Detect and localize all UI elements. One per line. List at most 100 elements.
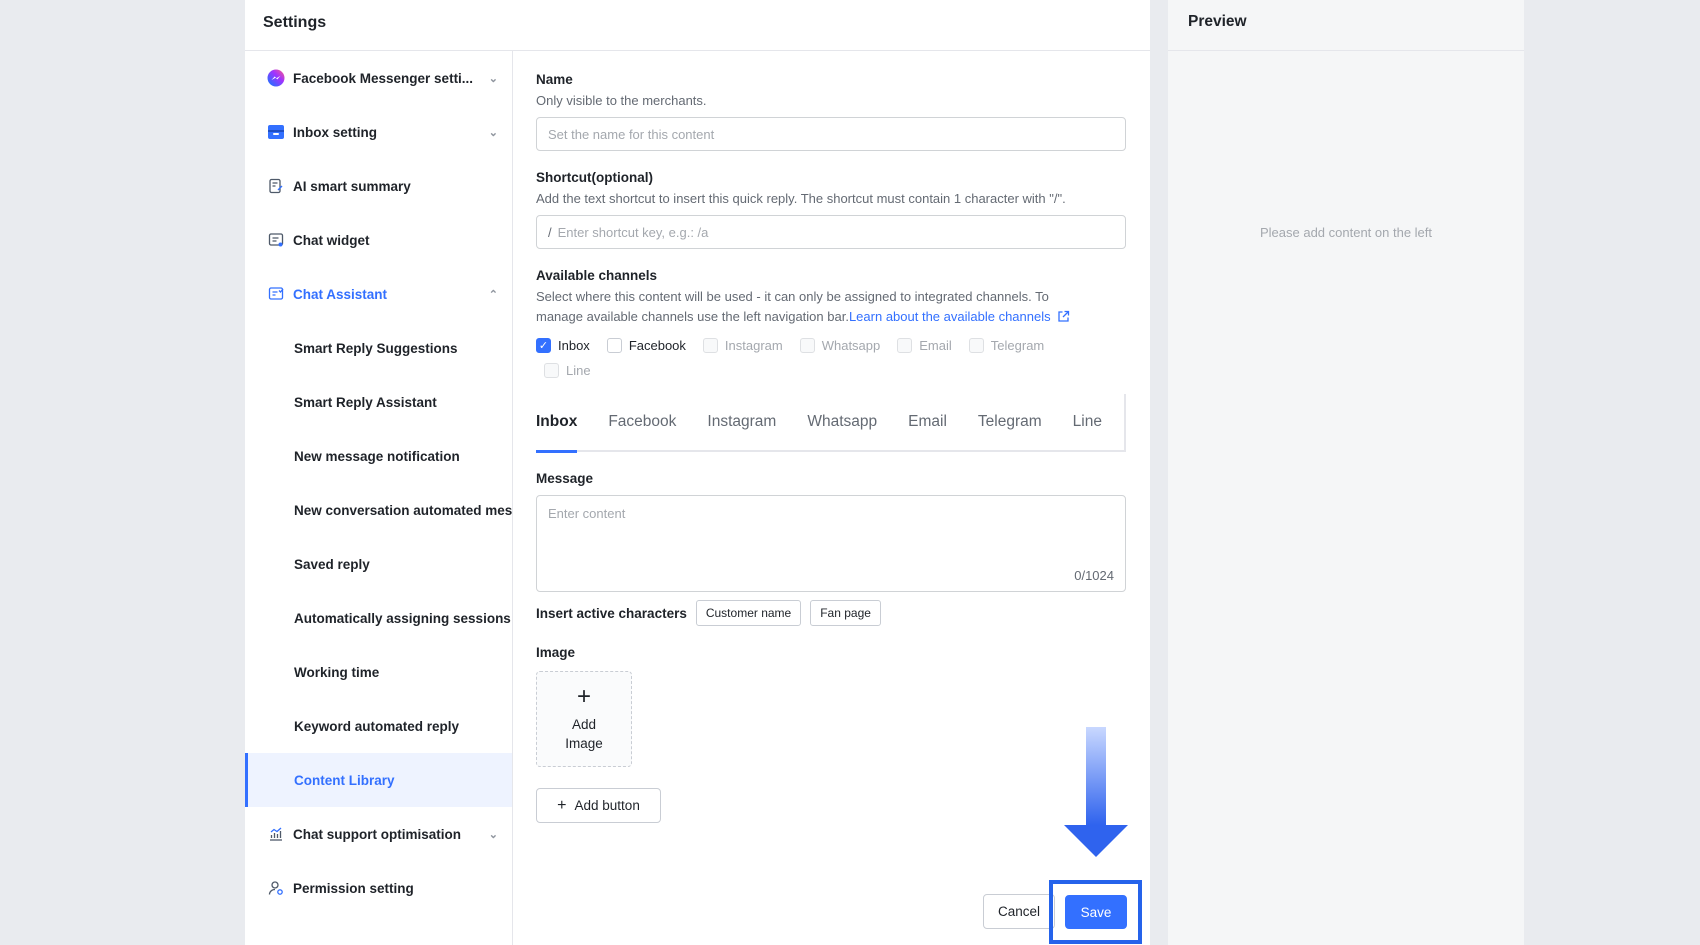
channels-desc-line2: manage available channels use the left n… xyxy=(536,309,849,324)
messenger-icon xyxy=(267,69,285,87)
save-button[interactable]: Save xyxy=(1065,895,1127,929)
sidebar-item-saved-reply[interactable]: Saved reply xyxy=(245,537,512,591)
external-link-icon[interactable] xyxy=(1057,309,1070,329)
sidebar-item-label: Working time xyxy=(294,664,380,680)
settings-panel: Settings Facebook Messenger setti... ⌄ I… xyxy=(245,0,1150,945)
sidebar-item-inbox-setting[interactable]: Inbox setting ⌄ xyxy=(245,105,512,159)
checkbox-inbox[interactable]: ✓ Inbox xyxy=(536,338,590,353)
add-button-label: Add button xyxy=(574,798,640,813)
channels-learn-link[interactable]: Learn about the available channels xyxy=(849,309,1051,324)
chevron-down-icon: ⌄ xyxy=(488,828,498,841)
check-icon: ✓ xyxy=(536,338,551,353)
sidebar-item-working-time[interactable]: Working time xyxy=(245,645,512,699)
chevron-up-icon: ⌃ xyxy=(488,288,498,301)
checkbox-instagram: Instagram xyxy=(702,338,783,353)
message-placeholder: Enter content xyxy=(548,506,626,521)
tab-telegram[interactable]: Telegram xyxy=(978,393,1042,451)
plus-icon: + xyxy=(576,683,591,710)
tab-email[interactable]: Email xyxy=(908,393,947,451)
insert-row: Insert active characters Customer name F… xyxy=(536,600,1126,626)
preview-title: Preview xyxy=(1168,0,1524,51)
checkbox-label: Whatsapp xyxy=(821,338,881,353)
add-button[interactable]: + Add button xyxy=(536,788,661,823)
checkbox-label: Inbox xyxy=(558,338,590,353)
checkbox-facebook[interactable]: Facebook xyxy=(606,338,686,353)
chat-widget-icon xyxy=(267,231,285,249)
sidebar-item-smart-reply-assistant[interactable]: Smart Reply Assistant xyxy=(245,375,512,429)
summary-icon xyxy=(267,177,285,195)
sidebar-item-keyword-automated-reply[interactable]: Keyword automated reply xyxy=(245,699,512,753)
sidebar-item-label: Smart Reply Assistant xyxy=(294,394,437,410)
chip-customer-name[interactable]: Customer name xyxy=(695,600,802,626)
sidebar-item-new-message-notification[interactable]: New message notification xyxy=(245,429,512,483)
cancel-button[interactable]: Cancel xyxy=(983,894,1055,929)
sidebar-item-smart-reply-suggestions[interactable]: Smart Reply Suggestions xyxy=(245,321,512,375)
message-textarea[interactable]: Enter content 0/1024 xyxy=(536,495,1126,592)
checkbox-box xyxy=(968,338,984,353)
chart-icon xyxy=(267,825,285,843)
tabs-divider xyxy=(1124,394,1126,452)
tab-line[interactable]: Line xyxy=(1073,393,1102,451)
sidebar-item-chat-assistant[interactable]: Chat Assistant ⌃ xyxy=(245,267,512,321)
shortcut-placeholder: Enter shortcut key, e.g.: /a xyxy=(557,224,709,240)
sidebar-item-new-conversation-automated[interactable]: New conversation automated mes xyxy=(245,483,512,537)
sidebar-item-permission-setting[interactable]: Permission setting xyxy=(245,861,512,915)
name-input[interactable]: Set the name for this content xyxy=(536,117,1126,151)
sidebar-item-label: Chat support optimisation xyxy=(293,826,461,842)
checkbox-label: Email xyxy=(919,338,952,353)
sidebar-item-content-library[interactable]: Content Library xyxy=(245,753,512,807)
channels-description: Select where this content will be used -… xyxy=(536,287,1126,329)
add-image-label: Image xyxy=(565,736,603,751)
inbox-icon xyxy=(267,123,285,141)
tab-facebook[interactable]: Facebook xyxy=(608,393,676,451)
chevron-down-icon: ⌄ xyxy=(488,72,498,85)
checkbox-label: Instagram xyxy=(724,338,783,353)
sidebar-item-chat-widget[interactable]: Chat widget xyxy=(245,213,512,267)
sidebar-item-label: Automatically assigning sessions xyxy=(294,610,511,626)
chip-fan-page[interactable]: Fan page xyxy=(810,600,881,626)
tab-whatsapp[interactable]: Whatsapp xyxy=(807,393,877,451)
channels-label: Available channels xyxy=(536,268,658,283)
tab-inbox[interactable]: Inbox xyxy=(536,393,578,453)
checkbox-telegram: Telegram xyxy=(968,338,1045,353)
checkbox-box xyxy=(897,338,913,353)
channels-desc-line1: Select where this content will be used -… xyxy=(536,289,1049,304)
checkbox-label: Line xyxy=(566,363,591,378)
checkbox-box xyxy=(544,363,559,378)
slash-prefix: / xyxy=(548,224,552,240)
sidebar-item-label: New message notification xyxy=(294,448,460,464)
character-counter: 0/1024 xyxy=(1074,568,1114,583)
checkbox-email: Email xyxy=(897,338,952,353)
checkbox-box xyxy=(606,338,622,353)
sidebar-item-facebook-messenger[interactable]: Facebook Messenger setti... ⌄ xyxy=(245,51,512,105)
checkbox-line: Line xyxy=(544,363,591,378)
shortcut-input[interactable]: / Enter shortcut key, e.g.: /a xyxy=(536,215,1126,249)
shortcut-description: Add the text shortcut to insert this qui… xyxy=(536,191,1066,206)
name-placeholder: Set the name for this content xyxy=(548,126,715,142)
chat-assistant-icon xyxy=(267,285,285,303)
sidebar-item-label: Content Library xyxy=(294,772,395,788)
name-description: Only visible to the merchants. xyxy=(536,93,707,108)
preview-panel: Preview Please add content on the left xyxy=(1168,0,1524,945)
image-label: Image xyxy=(536,645,576,660)
add-image-button[interactable]: + Add Image xyxy=(536,671,632,767)
sidebar-item-label: Chat widget xyxy=(293,232,370,248)
sidebar-item-auto-assigning[interactable]: Automatically assigning sessions xyxy=(245,591,512,645)
preview-empty-text: Please add content on the left xyxy=(1259,225,1432,240)
shortcut-label: Shortcut(optional) xyxy=(536,170,653,185)
content-form: Name Only visible to the merchants. Set … xyxy=(536,51,1126,823)
checkbox-label: Facebook xyxy=(628,338,686,353)
name-label: Name xyxy=(536,72,573,87)
sidebar-item-label: Permission setting xyxy=(293,880,414,896)
channel-tabs: Inbox Facebook Instagram Whatsapp Email … xyxy=(536,393,1126,453)
sidebar-item-ai-smart-summary[interactable]: AI smart summary xyxy=(245,159,512,213)
sidebar-item-chat-support-optimisation[interactable]: Chat support optimisation ⌄ xyxy=(245,807,512,861)
channel-checkboxes: ✓ Inbox Facebook Instagram Whatsapp Email… xyxy=(536,338,1126,378)
checkbox-label: Telegram xyxy=(990,338,1045,353)
user-permission-icon xyxy=(267,879,285,897)
tab-instagram[interactable]: Instagram xyxy=(707,393,776,451)
settings-title: Settings xyxy=(245,0,1150,51)
add-image-label: Add xyxy=(571,717,597,732)
plus-icon: + xyxy=(557,796,567,814)
sidebar-item-label: Keyword automated reply xyxy=(294,718,460,734)
